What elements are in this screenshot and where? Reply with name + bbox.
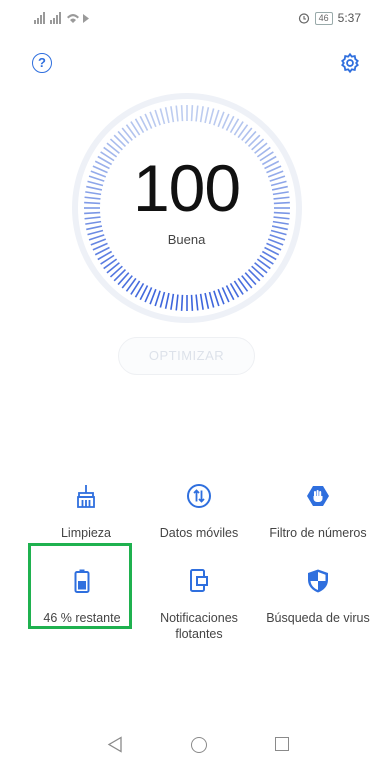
tile-virus-scan[interactable]: Búsqueda de virus	[262, 568, 373, 626]
dial-tick	[175, 294, 179, 311]
dial-tick	[199, 106, 204, 123]
dial-tick	[208, 108, 215, 125]
floating-notifications-icon	[190, 569, 208, 592]
optimize-button[interactable]: OPTIMIZAR	[118, 337, 255, 375]
tile-label: Datos móviles	[159, 526, 239, 540]
dial-tick	[170, 106, 175, 123]
tile-label: Notificaciones flotantes	[160, 611, 238, 641]
clock: 5:37	[337, 11, 361, 25]
dial-tick	[217, 288, 225, 305]
recent-apps-icon[interactable]	[275, 737, 289, 751]
tile-label: Búsqueda de virus	[266, 611, 370, 625]
dial-tick	[180, 105, 184, 122]
mobile-data-icon	[187, 484, 211, 508]
tile-number-filter[interactable]: Filtro de números	[262, 483, 373, 541]
dial-tick	[195, 294, 199, 311]
dial-tick	[164, 107, 170, 124]
highlight-box	[28, 543, 132, 629]
score-status: Buena	[167, 232, 206, 247]
home-icon[interactable]	[191, 737, 207, 753]
dial-tick	[159, 291, 166, 308]
dial-tick	[195, 105, 199, 122]
dial-tick	[204, 107, 210, 124]
dial-tick	[170, 293, 175, 310]
dial-tick	[154, 290, 161, 307]
tile-mobile-data[interactable]: Datos móviles	[143, 483, 255, 541]
alarm-clock-icon	[298, 13, 309, 24]
dial-tick	[175, 105, 179, 122]
dial-tick	[149, 111, 157, 128]
navigation-bar	[0, 725, 373, 760]
battery-level: 46	[314, 11, 333, 25]
dial-tick	[190, 105, 194, 122]
help-button[interactable]: ?	[32, 53, 52, 73]
status-bar: 46 5:37	[0, 0, 373, 34]
dial-tick	[204, 292, 210, 309]
broom-icon	[77, 485, 95, 508]
dial-tick	[149, 288, 157, 305]
dial-tick	[180, 294, 184, 311]
back-icon[interactable]	[107, 736, 123, 753]
signal-icons	[34, 12, 92, 27]
dial-tick	[190, 294, 194, 311]
dial-tick	[199, 293, 204, 310]
dial-tick	[208, 291, 215, 308]
tile-label: Filtro de números	[269, 526, 367, 540]
tile-cleanup[interactable]: Limpieza	[30, 483, 142, 541]
dial-tick	[164, 292, 170, 309]
dial-tick	[86, 225, 103, 231]
hand-shield-icon	[307, 486, 329, 506]
gear-icon[interactable]	[339, 52, 361, 74]
dial-tick	[213, 290, 220, 307]
dial-tick	[154, 109, 161, 126]
dial-tick	[217, 111, 225, 128]
status-right: 46 5:37	[298, 11, 361, 25]
dial-tick	[159, 108, 166, 125]
tile-label: Limpieza	[60, 526, 112, 540]
dial-tick	[213, 109, 220, 126]
score-value: 100	[132, 151, 241, 225]
dial-tick	[271, 225, 288, 231]
virus-shield-icon	[308, 569, 328, 593]
tile-floating-notifications[interactable]: Notificaciones flotantes	[143, 568, 255, 642]
